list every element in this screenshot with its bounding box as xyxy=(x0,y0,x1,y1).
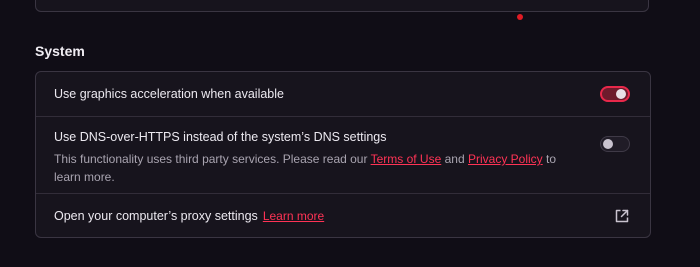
proxy-settings-row[interactable]: Open your computer’s proxy settings Learn… xyxy=(36,194,650,237)
proxy-settings-label: Open your computer’s proxy settings Learn… xyxy=(54,209,324,223)
learn-more-link[interactable]: Learn more xyxy=(263,209,324,223)
system-settings-card: Use graphics acceleration when available… xyxy=(35,71,651,238)
toggle-knob xyxy=(603,139,613,149)
graphics-acceleration-toggle[interactable] xyxy=(600,86,630,102)
previous-section-card xyxy=(35,0,649,12)
privacy-policy-link[interactable]: Privacy Policy xyxy=(468,152,543,166)
proxy-settings-text: Open your computer’s proxy settings xyxy=(54,209,258,223)
dns-over-https-toggle[interactable] xyxy=(600,136,630,152)
graphics-acceleration-label: Use graphics acceleration when available xyxy=(54,87,284,101)
dns-over-https-row: Use DNS-over-HTTPS instead of the system… xyxy=(36,117,650,194)
dns-over-https-label: Use DNS-over-HTTPS instead of the system… xyxy=(54,130,387,144)
section-title: System xyxy=(35,43,85,59)
description-text: This functionality uses third party serv… xyxy=(54,152,371,166)
toggle-knob xyxy=(616,89,626,99)
description-and-text: and xyxy=(441,152,468,166)
graphics-acceleration-row: Use graphics acceleration when available xyxy=(36,72,650,117)
dns-over-https-description: This functionality uses third party serv… xyxy=(54,150,564,186)
settings-page: System Use graphics acceleration when av… xyxy=(0,0,700,267)
terms-of-use-link[interactable]: Terms of Use xyxy=(371,152,442,166)
external-link-icon[interactable] xyxy=(614,208,630,224)
notification-dot xyxy=(517,14,523,20)
